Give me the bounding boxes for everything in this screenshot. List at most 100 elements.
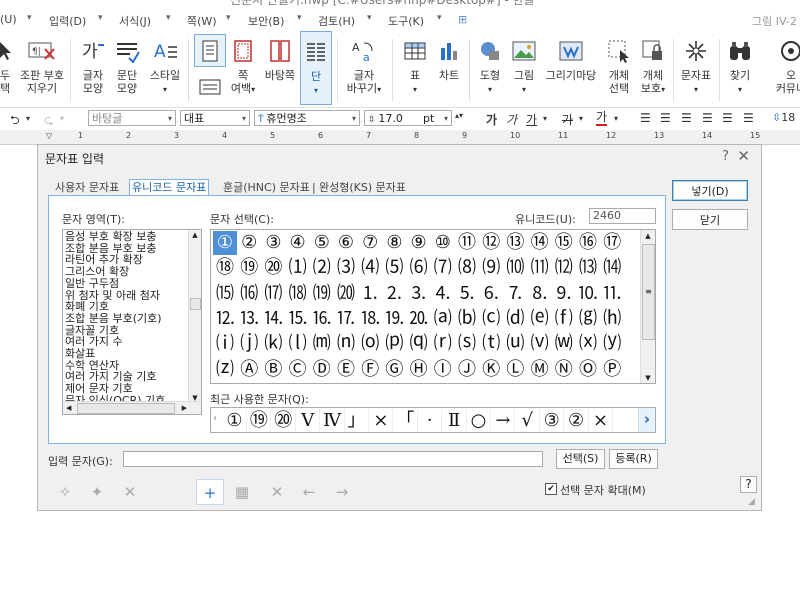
char-cell[interactable]: ⒋ bbox=[431, 282, 455, 306]
char-cell[interactable]: ⒙ bbox=[358, 307, 382, 331]
char-cell[interactable]: Ⓛ bbox=[503, 358, 527, 382]
italic-button[interactable]: 가 bbox=[506, 111, 517, 128]
char-cell[interactable]: ⒍ bbox=[479, 282, 503, 306]
char-cell[interactable]: ⑿ bbox=[552, 256, 576, 280]
char-cell[interactable]: ⑦ bbox=[358, 231, 382, 255]
add-user-symbol-icon[interactable]: ✧ bbox=[51, 479, 79, 505]
char-cell[interactable]: Ⓞ bbox=[576, 358, 600, 382]
menu-item-format[interactable]: 서식(J) bbox=[119, 13, 151, 29]
char-cell[interactable]: ⒜ bbox=[431, 307, 455, 331]
font-select[interactable]: Ť 휴먼명조 ▾ bbox=[254, 110, 360, 126]
char-cell[interactable]: ① bbox=[213, 231, 237, 255]
char-cell[interactable]: ⒓ bbox=[213, 307, 237, 331]
char-cell[interactable]: ⒦ bbox=[261, 332, 285, 356]
char-cell[interactable]: ⒠ bbox=[528, 307, 552, 331]
char-cell[interactable]: ⒝ bbox=[455, 307, 479, 331]
char-cell[interactable]: ⒒ bbox=[600, 282, 624, 306]
select-button[interactable]: 선택(S) bbox=[556, 449, 605, 469]
char-cell[interactable]: ⒱ bbox=[528, 332, 552, 356]
scroll-thumb[interactable] bbox=[77, 403, 175, 414]
scroll-thumb[interactable]: ≡ bbox=[642, 244, 655, 340]
align-center-icon[interactable]: ☰ bbox=[681, 111, 692, 125]
char-cell[interactable]: ⒛ bbox=[407, 307, 431, 331]
undo-icon[interactable]: ⮌ bbox=[10, 111, 20, 132]
char-cell[interactable]: ⒧ bbox=[286, 332, 310, 356]
stepper-icon[interactable]: ▴▾ bbox=[455, 111, 463, 120]
recent-char[interactable]: ① bbox=[223, 409, 247, 432]
char-cell[interactable]: Ⓙ bbox=[455, 358, 479, 382]
char-cell[interactable]: ⑤ bbox=[310, 231, 334, 255]
scroll-left-icon[interactable]: ‹ bbox=[213, 413, 217, 424]
align-justify-icon[interactable]: ☰ bbox=[640, 111, 651, 125]
ribbon-margin-button[interactable]: 쪽 여백▾ bbox=[228, 31, 258, 107]
char-cell[interactable]: ⑭ bbox=[528, 231, 552, 255]
ribbon-para-shape-button[interactable]: 문단 모양 bbox=[111, 31, 143, 107]
char-cell[interactable]: ⑮ bbox=[552, 231, 576, 255]
tab-hnc-symbols[interactable]: 훈글(HNC) 문자표 bbox=[223, 180, 310, 195]
chevron-down-icon[interactable]: ▾ bbox=[614, 114, 618, 123]
char-cell[interactable]: ⒫ bbox=[382, 332, 406, 356]
char-cell[interactable]: ⒰ bbox=[503, 332, 527, 356]
align-right-icon[interactable]: ☰ bbox=[702, 111, 713, 125]
char-cell[interactable]: ⑫ bbox=[479, 231, 503, 255]
enlarge-checkbox[interactable]: ✔ bbox=[545, 483, 557, 495]
underline-button[interactable]: 가 bbox=[526, 111, 537, 128]
help-button[interactable]: ? bbox=[740, 476, 757, 493]
char-cell[interactable]: ⒅ bbox=[286, 282, 310, 306]
scroll-up-icon[interactable]: ▲ bbox=[641, 230, 655, 242]
char-cell[interactable]: Ⓘ bbox=[431, 358, 455, 382]
close-button[interactable]: 닫기 bbox=[672, 209, 748, 230]
toolbar-customize-icon[interactable]: ⊞ bbox=[458, 13, 467, 26]
recent-char[interactable]: 「 bbox=[394, 409, 418, 432]
table-add-icon[interactable]: ▦ bbox=[228, 479, 256, 505]
recent-char[interactable]: Ⅴ bbox=[296, 409, 321, 432]
area-list-item[interactable]: 일반 구두점 bbox=[65, 277, 119, 290]
recent-char[interactable]: ⑳ bbox=[272, 409, 296, 432]
add-icon[interactable]: + bbox=[196, 479, 224, 505]
char-cell[interactable]: ⒎ bbox=[503, 282, 527, 306]
char-cell[interactable]: ⒚ bbox=[382, 307, 406, 331]
bold-button[interactable]: 가 bbox=[486, 111, 497, 128]
char-cell[interactable]: ⒏ bbox=[528, 282, 552, 306]
char-cell[interactable]: ⑳ bbox=[261, 256, 285, 280]
recent-char[interactable]: Ⅳ bbox=[321, 409, 345, 432]
char-cell[interactable]: Ⓔ bbox=[334, 358, 358, 382]
char-cell[interactable]: ⒖ bbox=[286, 307, 310, 331]
char-cell[interactable]: Ⓚ bbox=[479, 358, 503, 382]
char-cell[interactable]: ⒆ bbox=[310, 282, 334, 306]
char-cell[interactable]: ⒭ bbox=[431, 332, 455, 356]
char-cell[interactable]: ② bbox=[237, 231, 261, 255]
char-cell[interactable]: ⒉ bbox=[382, 282, 406, 306]
char-cell[interactable]: ⒬ bbox=[407, 332, 431, 356]
char-cell[interactable]: ⒪ bbox=[358, 332, 382, 356]
char-cell[interactable]: ⒁ bbox=[600, 256, 624, 280]
recent-char[interactable]: Ⅱ bbox=[443, 409, 467, 432]
char-cell[interactable]: Ⓖ bbox=[382, 358, 406, 382]
scroll-right-icon[interactable]: ▶ bbox=[182, 404, 187, 412]
char-cell[interactable]: ⒀ bbox=[576, 256, 600, 280]
char-cell[interactable]: ⒑ bbox=[576, 282, 600, 306]
char-cell[interactable]: ⑥ bbox=[334, 231, 358, 255]
chevron-down-icon[interactable]: ▾ bbox=[543, 114, 547, 123]
unicode-input[interactable]: 2460 bbox=[589, 208, 656, 224]
char-cell[interactable]: Ⓟ bbox=[600, 358, 624, 382]
char-cell[interactable]: ⒯ bbox=[479, 332, 503, 356]
align-left-icon[interactable]: ☰ bbox=[660, 111, 671, 125]
char-cell[interactable]: ⑵ bbox=[310, 256, 334, 280]
char-cell[interactable]: ⑪ bbox=[455, 231, 479, 255]
ribbon-find-button[interactable]: 찾기 ▾ bbox=[723, 31, 757, 107]
scroll-thumb[interactable] bbox=[190, 298, 201, 310]
ribbon-clipart-button[interactable]: 그리기마당 bbox=[542, 31, 600, 107]
language-select[interactable]: 대표 ▾ bbox=[180, 110, 250, 126]
font-size-input[interactable]: ⇳ 17.0 pt ▾ bbox=[364, 110, 452, 126]
char-cell[interactable]: ⒈ bbox=[358, 282, 382, 306]
char-cell[interactable]: ⒞ bbox=[479, 307, 503, 331]
ribbon-community-button[interactable]: 오커뮤니 bbox=[766, 31, 800, 107]
align-distribute-icon[interactable]: ☰ bbox=[722, 111, 733, 125]
scroll-up-icon[interactable]: ▲ bbox=[189, 230, 201, 240]
align-divide-icon[interactable]: ☰ bbox=[743, 111, 754, 125]
ribbon-page-view-button[interactable] bbox=[193, 31, 227, 107]
ribbon-symbol-button[interactable]: 문자표 ▾ bbox=[677, 31, 715, 107]
char-cell[interactable]: ⑹ bbox=[407, 256, 431, 280]
char-cell[interactable]: ④ bbox=[286, 231, 310, 255]
